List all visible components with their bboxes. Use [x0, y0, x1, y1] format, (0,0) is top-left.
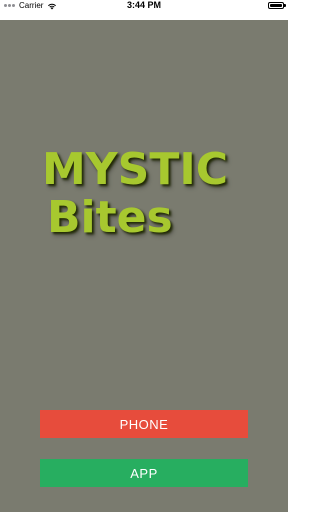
battery-level-fill [270, 4, 282, 7]
app-button[interactable]: APP [40, 459, 248, 487]
status-bar: Carrier 3:44 PM [0, 0, 288, 20]
status-time: 3:44 PM [126, 0, 161, 10]
logo-title-line2: Bites [47, 192, 173, 243]
battery-icon [268, 2, 286, 9]
logo-title-line1: MYSTIC [42, 144, 229, 195]
phone-button[interactable]: PHONE [40, 410, 248, 438]
brand-logo: MYSTIC Bites [42, 148, 252, 240]
splash-screen: Carrier 3:44 PM MYSTIC Bites PHONE APP [0, 0, 288, 512]
